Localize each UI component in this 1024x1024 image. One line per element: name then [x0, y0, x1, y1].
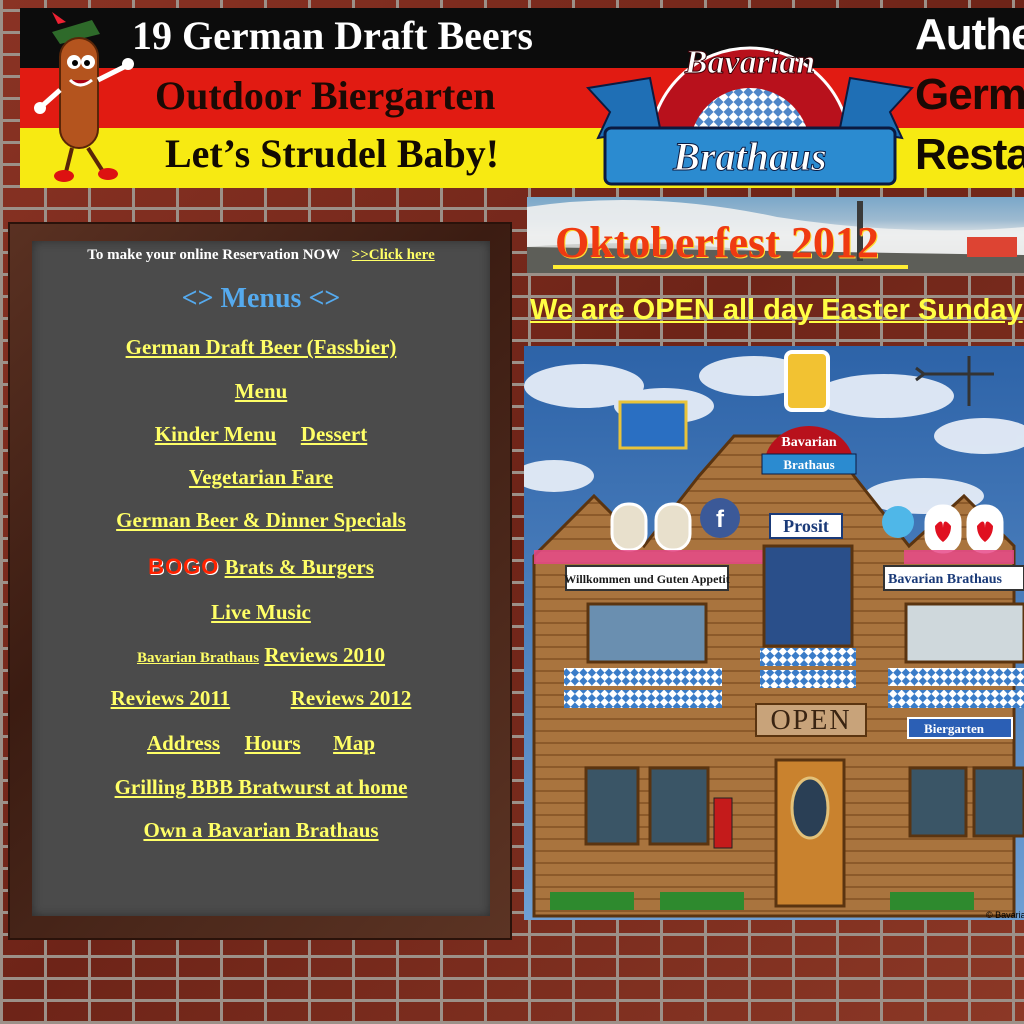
easter-notice: We are OPEN all day Easter Sunday	[530, 294, 1023, 326]
link-menu[interactable]: Menu	[235, 379, 288, 403]
menu-row-live-music: Live Music	[32, 600, 490, 625]
link-vegetarian[interactable]: Vegetarian Fare	[189, 465, 333, 489]
svg-text:Willkommen und Guten Appetit: Willkommen und Guten Appetit	[564, 572, 729, 586]
menu-row-reviews-2010: Bavarian Brathaus Reviews 2010	[32, 643, 490, 668]
menu-row-reviews: Reviews 2011 Reviews 2012	[32, 686, 490, 711]
svg-text:Bavarian: Bavarian	[781, 435, 836, 450]
bratwurst-mascot-icon	[34, 12, 134, 182]
bogo-badge: BOGO	[148, 554, 220, 579]
menu-row-draft: German Draft Beer (Fassbier)	[32, 335, 490, 360]
beer-stein-icon	[784, 350, 830, 412]
link-live-music[interactable]: Live Music	[211, 600, 311, 624]
svg-text:Biergarten: Biergarten	[924, 721, 985, 736]
svg-text:OPEN: OPEN	[770, 705, 851, 736]
svg-text:Bavarian Brathaus: Bavarian Brathaus	[888, 572, 1003, 587]
menu-row-menu: Menu	[32, 379, 490, 404]
link-brats-burgers[interactable]: Brats & Burgers	[225, 555, 374, 579]
menu-row-vegetarian: Vegetarian Fare	[32, 465, 490, 490]
coat-of-arms-icon	[618, 400, 688, 450]
link-draft-beer[interactable]: German Draft Beer (Fassbier)	[126, 335, 397, 359]
link-own-brathaus[interactable]: Own a Bavarian Brathaus	[143, 818, 378, 842]
reservation-link[interactable]: >>Click here	[352, 247, 435, 263]
link-dessert[interactable]: Dessert	[301, 422, 367, 446]
menus-title: <> Menus <>	[181, 283, 341, 314]
chalkboard-menu: To make your online Reservation NOW >>Cl…	[32, 241, 490, 916]
header-banner: 19 German Draft Beers Outdoor Biergarten…	[20, 8, 1024, 188]
brathaus-building-illustration: Bavarian Brathaus f Prosit Willkommen un…	[524, 346, 1024, 920]
banner-right-line3: Restaurant	[915, 130, 1024, 179]
banner-right-line1: Authentic	[915, 10, 1024, 59]
banner-line-beers: 19 German Draft Beers	[132, 13, 533, 58]
menu-row-grilling: Grilling BBB Bratwurst at home	[32, 775, 490, 800]
link-reviews-prefix[interactable]: Bavarian Brathaus	[137, 650, 259, 666]
link-address[interactable]: Address	[147, 731, 220, 755]
link-reviews-2012[interactable]: Reviews 2012	[291, 686, 412, 710]
svg-text:Bavarian: Bavarian	[684, 44, 815, 81]
oktoberfest-underline	[553, 265, 908, 269]
bavarian-brathaus-logo: Bavarian Brathaus	[586, 44, 914, 186]
menu-row-specials: German Beer & Dinner Specials	[32, 508, 490, 533]
banner-right-line2: German	[915, 70, 1024, 119]
svg-text:f: f	[716, 506, 725, 533]
menu-row-own: Own a Bavarian Brathaus	[32, 818, 490, 843]
oktoberfest-banner[interactable]: Oktoberfest 2012	[527, 197, 1024, 273]
svg-text:© Bavarian: © Bavarian	[986, 910, 1024, 920]
link-grilling[interactable]: Grilling BBB Bratwurst at home	[115, 775, 408, 799]
link-reviews-2010[interactable]: Reviews 2010	[264, 643, 385, 667]
reservation-line: To make your online Reservation NOW >>Cl…	[32, 247, 490, 264]
svg-text:Brathaus: Brathaus	[672, 134, 826, 179]
banner-line-strudel: Let’s Strudel Baby!	[165, 131, 500, 176]
link-hours[interactable]: Hours	[245, 731, 301, 755]
menu-row-kinder: Kinder Menu Dessert	[32, 422, 490, 447]
menu-row-address: Address Hours Map	[32, 731, 490, 756]
link-kinder-menu[interactable]: Kinder Menu	[155, 422, 277, 446]
svg-text:Prosit: Prosit	[783, 516, 829, 536]
reservation-text: To make your online Reservation NOW	[87, 247, 340, 263]
svg-text:Brathaus: Brathaus	[783, 457, 834, 472]
banner-line-biergarten: Outdoor Biergarten	[155, 73, 496, 118]
link-reviews-2011[interactable]: Reviews 2011	[111, 686, 231, 710]
menu-row-bogo: BOGO Brats & Burgers	[32, 554, 490, 580]
link-beer-dinner-specials[interactable]: German Beer & Dinner Specials	[116, 508, 406, 532]
oktoberfest-title: Oktoberfest 2012	[555, 218, 879, 267]
nutcracker-icon	[713, 797, 733, 849]
link-map[interactable]: Map	[333, 731, 375, 755]
twitter-icon[interactable]	[882, 506, 914, 538]
